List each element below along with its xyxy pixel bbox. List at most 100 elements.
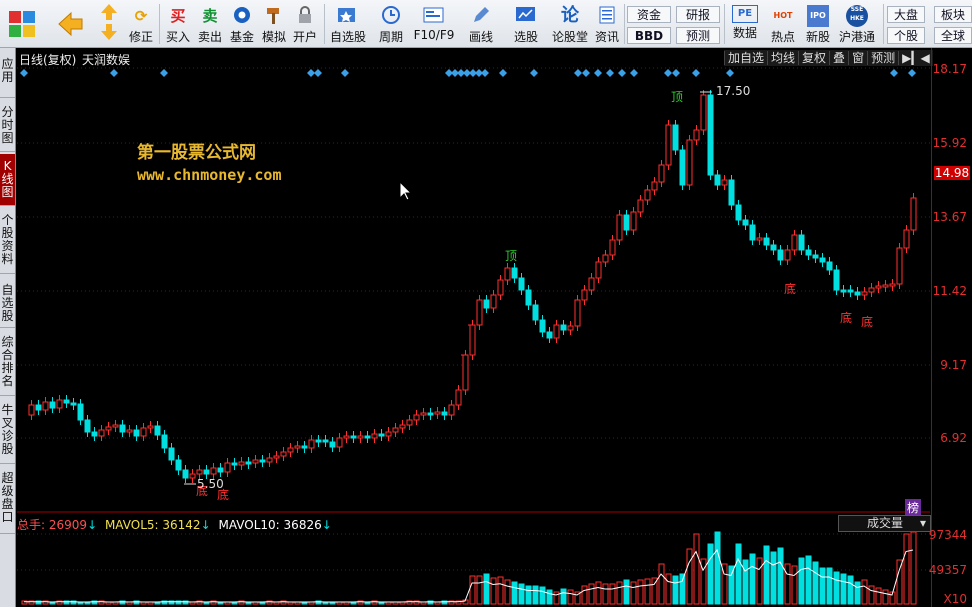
grid-logo-icon bbox=[9, 11, 35, 37]
research-report-button[interactable]: 研报 bbox=[676, 6, 720, 23]
funds-button[interactable]: 资金 bbox=[627, 6, 671, 23]
volume-bar bbox=[175, 600, 182, 605]
clock-icon bbox=[380, 5, 402, 27]
candle-body bbox=[574, 299, 581, 327]
market-index-button[interactable]: 大盘 bbox=[887, 6, 925, 23]
volume-bar bbox=[231, 601, 238, 605]
candle-body bbox=[91, 431, 98, 437]
toolbar-btn-9[interactable]: 画线 bbox=[462, 2, 500, 46]
volume-bar bbox=[756, 557, 763, 605]
forecast-chart-button[interactable]: 预测 bbox=[867, 51, 899, 65]
window-button[interactable]: 窗 bbox=[848, 51, 868, 65]
volume-scale-label: X10 bbox=[943, 592, 968, 606]
toolbar-btn-2[interactable]: 卖卖出 bbox=[195, 2, 225, 46]
volume-scale-label: 49357 bbox=[928, 563, 967, 577]
candle-body bbox=[693, 129, 700, 141]
candle-body bbox=[378, 433, 385, 437]
volume-bar bbox=[777, 547, 784, 605]
candle-body bbox=[448, 404, 455, 416]
volume-bar bbox=[406, 600, 413, 605]
volume-bar bbox=[770, 551, 777, 605]
candle-body bbox=[336, 437, 343, 448]
toolbar-btn-7[interactable]: 周期 bbox=[372, 2, 410, 46]
toolbar-btn-3[interactable]: 基金 bbox=[227, 2, 257, 46]
tab-watchlist[interactable]: 自选股 bbox=[0, 276, 15, 328]
adjust-button[interactable]: 复权 bbox=[798, 51, 830, 65]
tab-diagnosis[interactable]: 牛叉诊股 bbox=[0, 398, 15, 464]
signal-diamond bbox=[20, 69, 28, 77]
volume-bar bbox=[413, 600, 420, 605]
bbd-button[interactable]: BBD bbox=[627, 27, 671, 44]
volume-bar bbox=[483, 573, 490, 605]
period-label[interactable]: 日线(复权) bbox=[19, 51, 76, 68]
current-price-badge: 14.98 bbox=[934, 166, 970, 180]
toolbar-btn-0[interactable]: ⟳ 修正 bbox=[126, 2, 156, 46]
candle-body bbox=[805, 249, 812, 256]
toolbar-btn-11[interactable]: 论论股堂 bbox=[550, 2, 590, 46]
tab-intraday[interactable]: 分时图 bbox=[0, 100, 15, 152]
global-button[interactable]: 全球 bbox=[934, 27, 972, 44]
volume-bar bbox=[840, 573, 847, 605]
toolbar-btn-16[interactable]: SSE HKE 沪港通 bbox=[837, 2, 877, 46]
volume-bar bbox=[903, 533, 910, 605]
volume-bar bbox=[28, 600, 35, 605]
volume-bar bbox=[315, 600, 322, 605]
candle-body bbox=[56, 399, 63, 409]
candle-body bbox=[427, 412, 434, 416]
up-down-arrow-icon bbox=[101, 4, 117, 40]
indicator-selector[interactable]: 成交量 ▾ bbox=[838, 515, 931, 532]
volume-bar bbox=[294, 601, 301, 605]
candle-body bbox=[910, 197, 917, 231]
chart-annotations: 顶顶底 底底底 底17.505.50 bbox=[184, 84, 873, 502]
toolbar-btn-12[interactable]: 资讯 bbox=[592, 2, 622, 46]
toolbar-btn-15[interactable]: IPO 新股 bbox=[803, 2, 833, 46]
signal-diamond bbox=[606, 69, 614, 77]
back-button[interactable] bbox=[52, 2, 88, 46]
arrows-icon[interactable]: ▶▎◀ bbox=[898, 51, 933, 65]
volume-bar bbox=[707, 543, 714, 605]
candle-body bbox=[847, 289, 854, 293]
volume-bar bbox=[252, 601, 259, 605]
mouse-cursor-icon bbox=[399, 180, 413, 201]
candle-body bbox=[833, 269, 840, 291]
add-watchlist-button[interactable]: 加自选 bbox=[724, 51, 768, 65]
price-label: 11.42 bbox=[932, 284, 967, 298]
candle-body bbox=[567, 325, 574, 331]
volume-bar bbox=[49, 601, 56, 605]
toolbar-btn-4[interactable]: 模拟 bbox=[259, 2, 289, 46]
tab-apps[interactable]: 应用 bbox=[0, 50, 15, 98]
toolbar-btn-14[interactable]: HOT 热点 bbox=[768, 2, 798, 46]
volume-bar bbox=[161, 600, 168, 605]
candle-body bbox=[175, 459, 182, 471]
volume-bar bbox=[385, 601, 392, 605]
volume-bar bbox=[133, 600, 140, 605]
toolbar-btn-1[interactable]: 买买入 bbox=[163, 2, 193, 46]
signal-diamond bbox=[160, 69, 168, 77]
candle-body bbox=[294, 445, 301, 449]
tab-super-orderbook[interactable]: 超级盘口 bbox=[0, 466, 15, 534]
toolbar-btn-10[interactable]: 选股 bbox=[506, 2, 546, 46]
volume-bar bbox=[812, 561, 819, 605]
candle-body bbox=[525, 289, 532, 306]
toolbar-btn-13[interactable]: PE 数据 bbox=[728, 2, 762, 46]
app-logo-icon[interactable] bbox=[4, 2, 40, 46]
toolbar-btn-6[interactable]: 自选股 bbox=[329, 2, 367, 46]
single-stock-button[interactable]: 个股 bbox=[887, 27, 925, 44]
candle-body bbox=[357, 435, 364, 439]
tab-kline[interactable]: K线图 bbox=[0, 154, 15, 206]
forecast-button[interactable]: 预测 bbox=[676, 27, 720, 44]
sector-button[interactable]: 板块 bbox=[934, 6, 972, 23]
page-up-down-buttons[interactable] bbox=[96, 2, 122, 46]
tab-ranking[interactable]: 综合排名 bbox=[0, 330, 15, 396]
ranking-tag[interactable]: 榜 bbox=[905, 499, 922, 516]
candle-body bbox=[84, 419, 91, 433]
ma-button[interactable]: 均线 bbox=[767, 51, 799, 65]
volume-bar bbox=[896, 559, 903, 605]
overlay-button[interactable]: 叠 bbox=[829, 51, 849, 65]
tab-stock-profile[interactable]: 个股资料 bbox=[0, 208, 15, 274]
toolbar-btn-5[interactable]: 开户 bbox=[290, 2, 320, 46]
toolbar-btn-8[interactable]: F10/F9 bbox=[412, 2, 456, 46]
candle-body bbox=[707, 94, 714, 176]
mavol10-label: MAVOL10: bbox=[218, 518, 280, 532]
volume-bar bbox=[735, 543, 742, 605]
